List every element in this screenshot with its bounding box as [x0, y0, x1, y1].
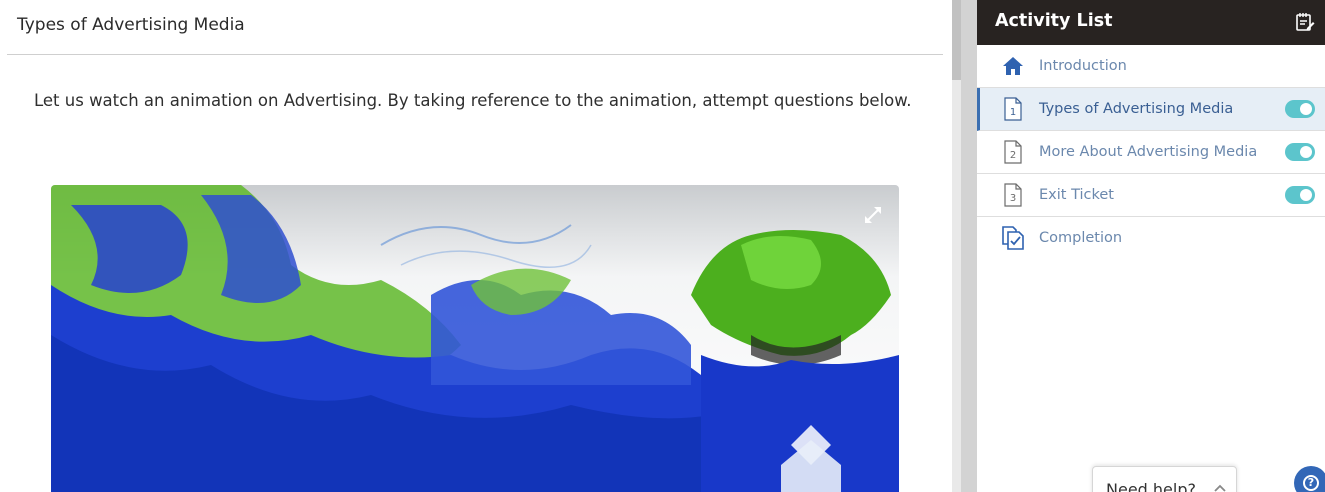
- completion-icon: [1002, 226, 1024, 250]
- activity-item-label: Introduction: [1039, 58, 1127, 74]
- chevron-up-icon: [1214, 484, 1226, 492]
- need-help-button[interactable]: Need help?: [1092, 466, 1237, 492]
- activity-item-exit-ticket[interactable]: 3 Exit Ticket: [977, 174, 1325, 217]
- panel-divider[interactable]: [961, 0, 977, 492]
- page-2-icon: 2: [1004, 140, 1022, 164]
- activity-item-label: More About Advertising Media: [1039, 144, 1258, 160]
- help-fab-button[interactable]: ?: [1294, 466, 1325, 492]
- activity-item-label: Exit Ticket: [1039, 187, 1114, 203]
- activity-item-label: Completion: [1039, 230, 1123, 246]
- video-player[interactable]: [51, 185, 899, 492]
- home-icon: [1003, 57, 1023, 75]
- content-panel: Types of Advertising Media Let us watch …: [0, 0, 952, 492]
- video-frame-image: [51, 185, 899, 492]
- activity-item-completion[interactable]: Completion: [977, 217, 1325, 260]
- content-header: Types of Advertising Media: [7, 0, 943, 55]
- activity-toggle[interactable]: [1285, 143, 1315, 161]
- scrollbar-thumb[interactable]: [952, 0, 961, 80]
- page-title: Types of Advertising Media: [17, 15, 245, 35]
- page-3-icon: 3: [1004, 183, 1022, 207]
- intro-text: Let us watch an animation on Advertising…: [34, 91, 912, 110]
- activity-item-introduction[interactable]: Introduction: [977, 45, 1325, 88]
- svg-text:1: 1: [1010, 107, 1016, 118]
- need-help-label: Need help?: [1106, 480, 1196, 492]
- fullscreen-icon[interactable]: [863, 205, 883, 225]
- activity-item-label: Types of Advertising Media: [1039, 101, 1234, 117]
- question-icon: ?: [1303, 475, 1319, 491]
- page-1-icon: 1: [1004, 97, 1022, 121]
- svg-text:2: 2: [1010, 150, 1016, 161]
- activity-toggle[interactable]: [1285, 100, 1315, 118]
- activity-sidebar: Activity List Introduction 1 Types of Ad…: [977, 0, 1325, 492]
- sidebar-header: Activity List: [977, 0, 1325, 45]
- sidebar-title: Activity List: [995, 11, 1113, 31]
- activity-item-more-about-advertising-media[interactable]: 2 More About Advertising Media: [977, 131, 1325, 174]
- svg-text:3: 3: [1010, 193, 1016, 204]
- activity-item-types-of-advertising-media[interactable]: 1 Types of Advertising Media: [977, 88, 1325, 131]
- activity-toggle[interactable]: [1285, 186, 1315, 204]
- notes-icon[interactable]: [1295, 12, 1315, 32]
